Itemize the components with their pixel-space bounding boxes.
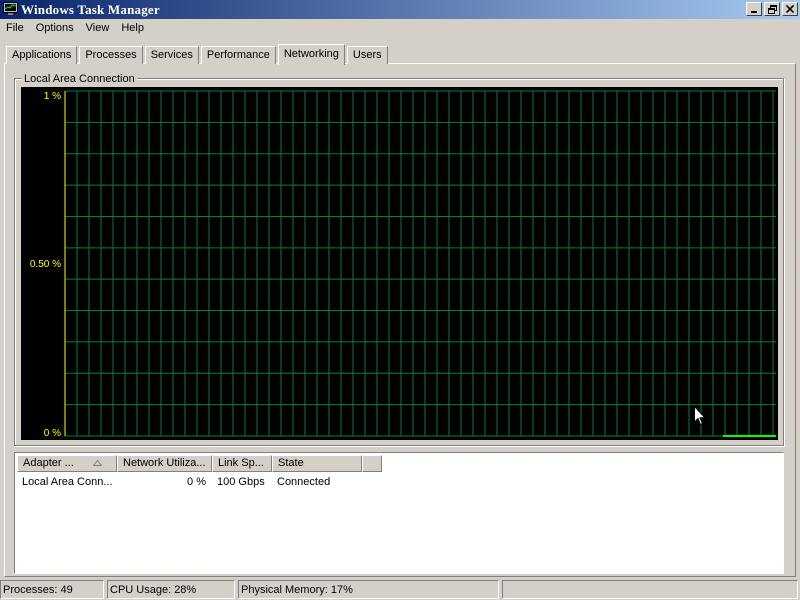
restore-button[interactable] (764, 2, 780, 16)
restore-icon (767, 4, 777, 14)
cell-state: Connected (277, 476, 331, 488)
graph-canvas: 1 % 0.50 % 0 % (30, 90, 776, 439)
menu-options[interactable]: Options (30, 19, 80, 37)
close-icon (786, 5, 794, 13)
column-header-adapter[interactable]: Adapter ... (17, 455, 117, 472)
y-label-mid: 0.50 % (30, 259, 61, 270)
menu-bar: File Options View Help (0, 19, 800, 37)
column-header-link-speed[interactable]: Link Sp... (212, 455, 272, 472)
tab-strip: Applications Processes Services Performa… (6, 44, 390, 65)
menu-help[interactable]: Help (115, 19, 150, 37)
adapter-list[interactable]: Adapter ... Network Utiliza... Link Sp..… (14, 452, 784, 574)
cell-adapter: Local Area Conn... (22, 476, 113, 488)
status-cpu-usage: CPU Usage: 28% (107, 580, 235, 599)
column-header-filler (362, 455, 382, 472)
tab-processes[interactable]: Processes (79, 46, 143, 64)
task-manager-icon (3, 2, 18, 15)
graph-grid (65, 90, 776, 437)
status-empty-pane (502, 580, 798, 599)
table-row[interactable]: Local Area Conn... 0 % 100 Gbps Connecte… (17, 474, 362, 490)
status-bar: Processes: 49 CPU Usage: 28% Physical Me… (0, 580, 800, 600)
minimize-icon (751, 11, 757, 13)
menu-file[interactable]: File (0, 19, 30, 37)
column-header-utilization[interactable]: Network Utiliza... (117, 455, 212, 472)
connection-group-title: Local Area Connection (22, 73, 137, 85)
tab-services[interactable]: Services (144, 46, 199, 64)
window-title: Windows Task Manager (21, 2, 160, 17)
cell-link-speed: 100 Gbps (217, 476, 265, 488)
tab-users[interactable]: Users (346, 46, 388, 64)
adapter-list-header: Adapter ... Network Utiliza... Link Sp..… (17, 455, 382, 472)
tab-performance[interactable]: Performance (200, 46, 276, 64)
close-button[interactable] (782, 2, 798, 16)
mouse-pointer-icon (694, 406, 706, 426)
column-utilization-label: Network Utiliza... (123, 457, 206, 469)
tab-applications[interactable]: Applications (6, 46, 78, 64)
menu-view[interactable]: View (80, 19, 116, 37)
cell-utilization: 0 % (187, 476, 206, 488)
column-state-label: State (278, 457, 304, 469)
y-label-bottom: 0 % (44, 428, 61, 439)
minimize-button[interactable] (746, 2, 762, 16)
sort-ascending-icon (93, 460, 102, 466)
title-bar[interactable]: Windows Task Manager (0, 0, 800, 19)
column-adapter-label: Adapter ... (23, 457, 74, 469)
status-physical-memory: Physical Memory: 17% (238, 580, 499, 599)
column-link-speed-label: Link Sp... (218, 457, 264, 469)
column-header-state[interactable]: State (272, 455, 362, 472)
network-utilization-graph: 1 % 0.50 % 0 % (21, 87, 778, 440)
tab-networking[interactable]: Networking (277, 44, 345, 65)
y-label-top: 1 % (44, 91, 61, 102)
status-processes: Processes: 49 (0, 580, 104, 599)
